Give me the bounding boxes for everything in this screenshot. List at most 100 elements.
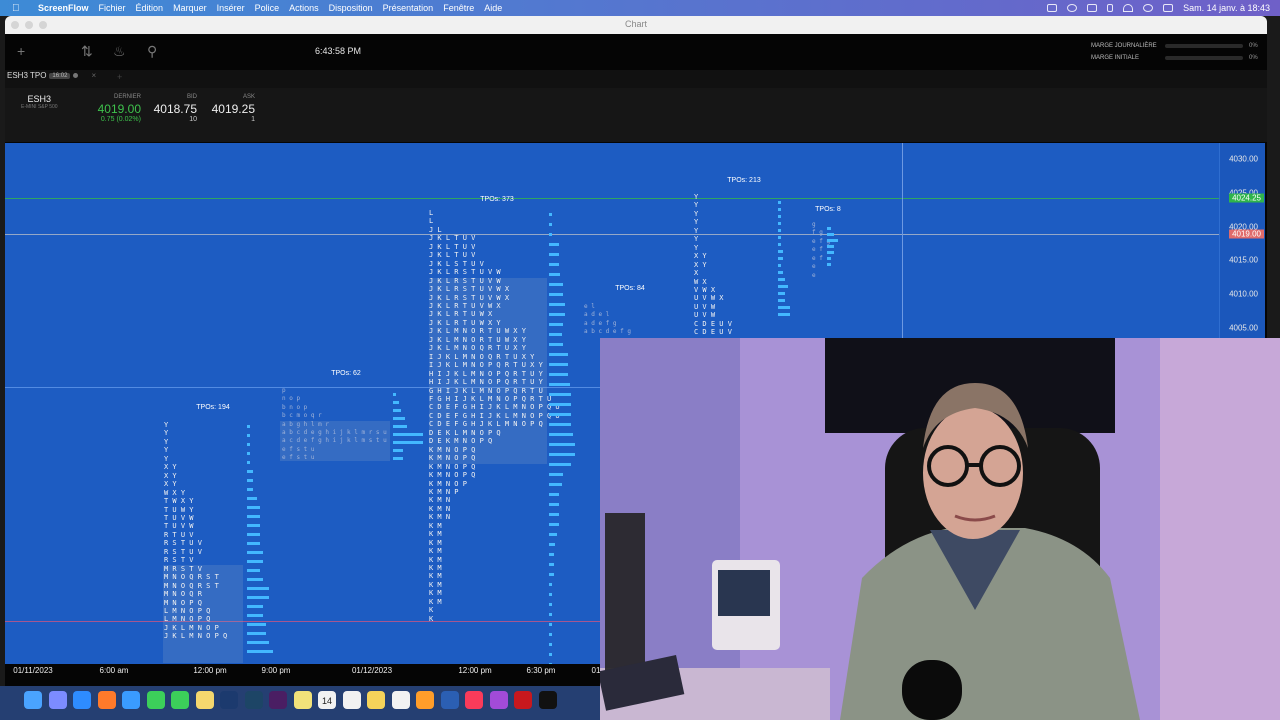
dock: 14 [0,686,600,720]
window-titlebar[interactable]: Chart [5,16,1267,34]
bid-block[interactable]: BID 4018.75 10 [151,94,197,123]
calendar-icon[interactable]: 14 [318,691,336,709]
volume-bar [778,236,781,239]
wifi-icon[interactable] [1123,4,1134,12]
add-icon[interactable]: + [17,43,25,59]
tpo-row: X Y [164,471,177,480]
tpo-row: J K L R S T U V W [429,276,501,285]
safari-icon[interactable] [73,691,91,709]
music-icon[interactable] [465,691,483,709]
screen-icon[interactable] [1047,4,1058,12]
menu-clock[interactable]: Sam. 14 janv. à 18:43 [1183,3,1270,13]
messages-icon[interactable] [146,691,165,709]
lr-icon[interactable] [244,691,263,709]
creative-cloud-icon[interactable] [1067,4,1078,12]
tpo-row: C D E U V [694,328,732,337]
finder-icon[interactable] [24,691,42,709]
volume-bar [247,425,251,428]
tv-icon[interactable] [538,691,557,709]
menu-window[interactable]: Fenêtre [443,3,474,13]
mail-icon[interactable] [122,691,140,709]
tpo-row: U V W X [694,294,724,303]
menu-file[interactable]: Fichier [99,3,126,13]
menu-mark[interactable]: Marquer [173,3,207,13]
tpo-row: X Y [164,463,177,472]
search-icon[interactable]: ⚲ [147,43,157,60]
menu-arrange[interactable]: Disposition [329,3,373,13]
word-icon[interactable] [440,691,459,709]
menu-font[interactable]: Police [255,3,280,13]
tpo-row: e f s t u [282,454,315,462]
close-tab-icon[interactable]: × [91,71,96,80]
menu-edit[interactable]: Édition [136,3,164,13]
search-icon[interactable] [1143,4,1154,12]
tpo-row: D E K L M N O P Q [429,428,501,437]
tpo-row: J K L S T U V [429,259,484,268]
bluetooth-icon[interactable] [1107,4,1114,12]
firefox-icon[interactable] [97,691,116,709]
menu-view[interactable]: Présentation [383,3,434,13]
tpo-row: J L [429,225,442,234]
bid-price: 4018.75 [153,102,197,116]
volume-bar [549,463,572,466]
ask-price-tag: 4024.25 [1229,193,1264,203]
tab-esh3-tpo[interactable]: ESH3 TPO 16:02 × [7,71,96,80]
notes-icon[interactable] [367,691,385,709]
time-tick: 9:00 pm [261,666,291,675]
launchpad-icon[interactable] [48,691,67,709]
menu-insert[interactable]: Insérer [217,3,245,13]
tpo-row: K M N [429,496,451,505]
volume-bar [549,483,562,486]
time-tick: 01/12/2023 [351,666,393,675]
reminders-icon[interactable] [342,691,361,709]
volume-bar [247,605,263,608]
volume-bar [549,633,553,636]
last-price-tag: 4019.00 [1229,229,1264,239]
tpo-row: K M [429,564,442,573]
price-tick: 4005.00 [1229,323,1258,333]
freeform-icon[interactable] [391,691,410,709]
ask-block[interactable]: ASK 4019.25 1 [209,94,255,123]
tpo-row: L [429,217,434,226]
menu-app[interactable]: ScreenFlow [38,3,89,13]
menu-actions[interactable]: Actions [289,3,319,13]
dw-icon[interactable] [269,691,287,709]
stickies-icon[interactable] [293,691,312,709]
volume-bar [549,613,553,616]
tpo-row: K M [429,589,442,598]
window-icon[interactable] [1087,4,1098,12]
menu-help[interactable]: Aide [484,3,502,13]
symbol-block[interactable]: ESH3 E-MINI S&P 500 [21,94,58,110]
control-center-icon[interactable] [1163,4,1174,12]
volume-bar [827,227,831,230]
tpo-row: X Y [694,252,707,261]
bell-icon[interactable]: ♨ [113,43,126,60]
tpo-row: J K L R S T U V W X [429,285,510,294]
apple-icon[interactable]:  [12,3,28,14]
volume-bar [549,213,552,216]
tpo-row: J K L M N O P Q [164,632,228,641]
tpo-row: J K L R T U V W X [429,301,501,310]
tpo-row: J K L M N O P [164,623,219,632]
volume-bar [549,623,553,626]
app-clock: 6:43:58 PM [315,46,362,56]
volume-bar [778,264,781,267]
podcasts-icon[interactable] [489,691,508,709]
tpo-row: T U V W [164,513,194,522]
tpo-row: p [282,387,286,394]
tpo-row: J K L T U V [429,251,476,260]
pages-icon[interactable] [416,691,434,709]
ps-icon[interactable] [220,691,238,709]
facetime-icon[interactable] [171,691,189,709]
tpo-row: J K L T U V [429,242,476,251]
filezilla-icon[interactable] [514,691,532,709]
volume-bar [393,449,403,452]
volume-bar [778,306,790,309]
tpo-row: J K L R T U W X [429,310,493,319]
transfer-icon[interactable]: ⇅ [81,43,93,60]
new-tab-icon[interactable]: + [117,72,122,82]
photos-icon[interactable] [195,691,214,709]
status-menus: Sam. 14 janv. à 18:43 [1047,0,1270,16]
tpo-row: a b c d e g h i j k l m r s u [282,429,387,437]
daily-margin-value: 0% [1249,43,1258,49]
